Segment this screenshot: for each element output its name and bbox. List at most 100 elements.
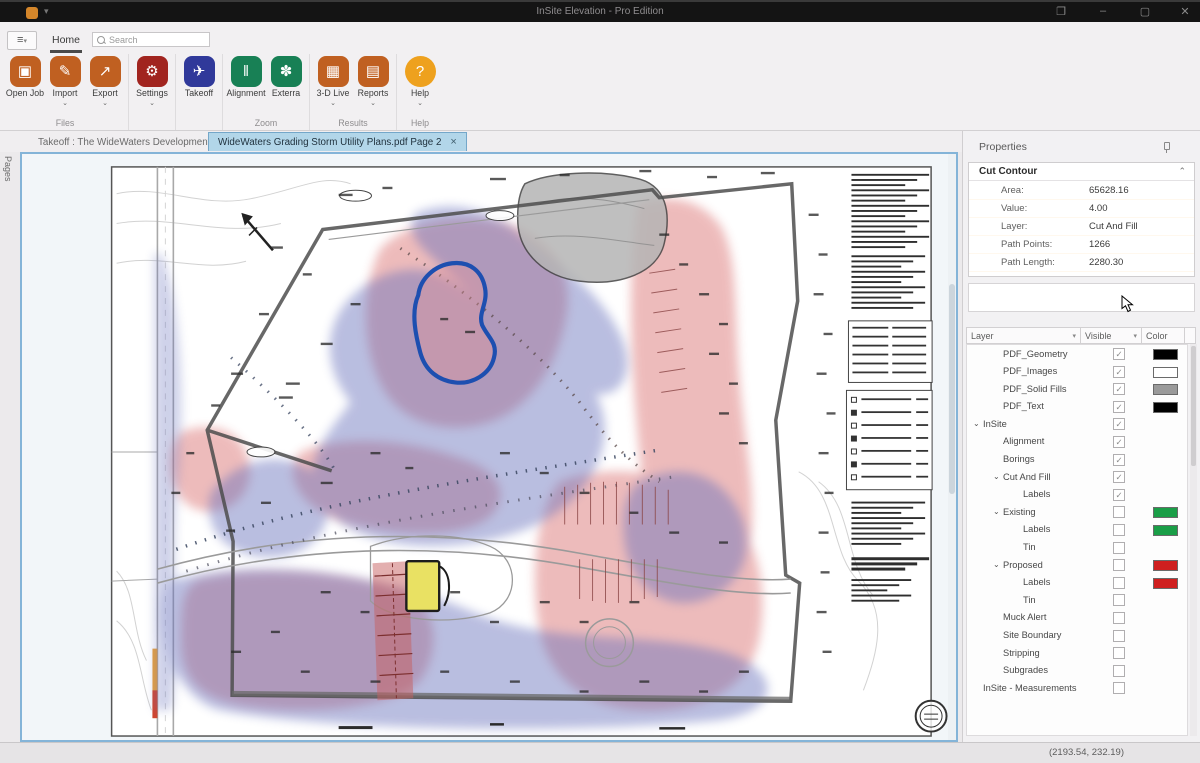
close-icon[interactable]: ×: [450, 137, 456, 147]
column-header-layer[interactable]: Layer▾: [966, 327, 1081, 344]
visibility-checkbox[interactable]: [1113, 630, 1125, 642]
layer-row[interactable]: Tin: [967, 539, 1187, 557]
layer-row[interactable]: Muck Alert: [967, 609, 1187, 627]
color-swatch[interactable]: [1153, 419, 1176, 428]
help-button[interactable]: ? Help ⌄: [400, 54, 440, 117]
layer-row[interactable]: Tin: [967, 591, 1187, 609]
expander-icon[interactable]: ⌄: [993, 560, 1000, 569]
layer-row[interactable]: InSite - Measurements: [967, 679, 1187, 697]
settings-button[interactable]: ⚙ Settings ⌄: [132, 54, 172, 117]
tab-pdf-document[interactable]: WideWaters Grading Storm Utility Plans.p…: [208, 132, 467, 151]
color-swatch[interactable]: [1153, 507, 1178, 518]
color-swatch[interactable]: [1153, 367, 1178, 378]
color-swatch[interactable]: [1153, 560, 1178, 571]
maximize-button[interactable]: ▢: [1134, 5, 1156, 18]
visibility-checkbox[interactable]: [1113, 647, 1125, 659]
tab-home[interactable]: Home: [42, 30, 90, 50]
color-swatch[interactable]: [1153, 525, 1178, 536]
layer-row[interactable]: PDF_Images✓: [967, 363, 1187, 381]
sort-icon: ▾: [1072, 332, 1076, 340]
color-swatch[interactable]: [1153, 666, 1176, 675]
color-swatch[interactable]: [1153, 402, 1178, 413]
visibility-checkbox[interactable]: [1113, 612, 1125, 624]
visibility-checkbox[interactable]: [1113, 577, 1125, 589]
column-header-visible[interactable]: Visible▾: [1080, 327, 1142, 344]
visibility-checkbox[interactable]: ✓: [1113, 418, 1125, 430]
visibility-checkbox[interactable]: ✓: [1113, 383, 1125, 395]
export-button[interactable]: ↗ Export ⌄: [85, 54, 125, 117]
chevron-down-icon: ⌄: [85, 100, 125, 107]
expander-icon[interactable]: ⌄: [993, 507, 1000, 516]
layers-list: PDF_Geometry✓ PDF_Images✓ PDF_Solid Fill…: [966, 344, 1188, 736]
layer-row[interactable]: PDF_Solid Fills✓: [967, 380, 1187, 398]
visibility-checkbox[interactable]: [1113, 665, 1125, 677]
scrollbar-thumb[interactable]: [949, 284, 955, 494]
color-swatch[interactable]: [1153, 595, 1176, 604]
tab-takeoff-document[interactable]: Takeoff : The WideWaters Development: [30, 134, 218, 151]
layer-row[interactable]: ⌄Existing: [967, 503, 1187, 521]
canvas-vertical-scrollbar[interactable]: [948, 154, 956, 740]
visibility-checkbox[interactable]: [1113, 506, 1125, 518]
tab-pages-vertical[interactable]: Pages: [3, 156, 13, 182]
app-menu-button[interactable]: ≡▾: [7, 31, 37, 50]
visibility-checkbox[interactable]: ✓: [1113, 489, 1125, 501]
layer-row[interactable]: Labels: [967, 521, 1187, 539]
layer-row[interactable]: Stripping: [967, 644, 1187, 662]
layer-row[interactable]: Labels: [967, 574, 1187, 592]
color-swatch[interactable]: [1153, 683, 1176, 692]
visibility-checkbox[interactable]: ✓: [1113, 436, 1125, 448]
color-swatch[interactable]: [1153, 631, 1176, 640]
color-swatch[interactable]: [1153, 437, 1176, 446]
color-swatch[interactable]: [1153, 349, 1178, 360]
visibility-checkbox[interactable]: [1113, 682, 1125, 694]
3d-live-button[interactable]: ▦ 3-D Live ⌄: [313, 54, 353, 117]
layer-row[interactable]: Site Boundary: [967, 627, 1187, 645]
collapse-icon[interactable]: ⌃: [1178, 166, 1186, 177]
visibility-checkbox[interactable]: ✓: [1113, 454, 1125, 466]
titlebar-extra-icon[interactable]: ❐: [1050, 5, 1072, 18]
layer-row[interactable]: PDF_Text✓: [967, 398, 1187, 416]
reports-button[interactable]: ▤ Reports ⌄: [353, 54, 393, 117]
visibility-checkbox[interactable]: ✓: [1113, 348, 1125, 360]
expander-icon[interactable]: ⌄: [973, 419, 980, 428]
layer-row[interactable]: Subgrades: [967, 662, 1187, 680]
ribbon-group-label: [132, 117, 172, 130]
visibility-checkbox[interactable]: ✓: [1113, 401, 1125, 413]
alignment-button[interactable]: ‖ Alignment: [226, 54, 266, 117]
search-input[interactable]: Search: [92, 32, 210, 47]
expander-icon[interactable]: ⌄: [993, 472, 1000, 481]
visibility-checkbox[interactable]: ✓: [1113, 366, 1125, 378]
color-swatch[interactable]: [1153, 384, 1178, 395]
layer-row[interactable]: PDF_Geometry✓: [967, 345, 1187, 363]
visibility-checkbox[interactable]: [1113, 524, 1125, 536]
scrollbar-thumb[interactable]: [1191, 346, 1196, 466]
color-swatch[interactable]: [1153, 613, 1176, 622]
color-swatch[interactable]: [1153, 490, 1176, 499]
color-swatch[interactable]: [1153, 472, 1176, 481]
open-job-button[interactable]: ▣ Open Job: [5, 54, 45, 117]
color-swatch[interactable]: [1153, 543, 1176, 552]
exterra-button[interactable]: ✽ Exterra: [266, 54, 306, 117]
visibility-checkbox[interactable]: [1113, 559, 1125, 571]
layer-row[interactable]: Labels✓: [967, 486, 1187, 504]
import-button[interactable]: ✎ Import ⌄: [45, 54, 85, 117]
close-button[interactable]: ✕: [1174, 5, 1196, 18]
color-swatch[interactable]: [1153, 578, 1178, 589]
visibility-checkbox[interactable]: ✓: [1113, 471, 1125, 483]
takeoff-button[interactable]: ✈ Takeoff: [179, 54, 219, 117]
minimize-button[interactable]: –: [1092, 5, 1114, 17]
drawing-viewport[interactable]: [20, 152, 958, 742]
visibility-checkbox[interactable]: [1113, 542, 1125, 554]
layer-row[interactable]: Borings✓: [967, 451, 1187, 469]
pin-icon[interactable]: [1161, 141, 1171, 153]
visibility-checkbox[interactable]: [1113, 594, 1125, 606]
layer-row[interactable]: ⌄Cut And Fill✓: [967, 468, 1187, 486]
layer-row[interactable]: ⌄InSite✓: [967, 415, 1187, 433]
site-plan-drawing[interactable]: [22, 154, 956, 740]
color-swatch[interactable]: [1153, 455, 1176, 464]
layer-row[interactable]: Alignment✓: [967, 433, 1187, 451]
color-swatch[interactable]: [1153, 648, 1176, 657]
column-header-color[interactable]: Color: [1141, 327, 1185, 344]
layer-row[interactable]: ⌄Proposed: [967, 556, 1187, 574]
layers-scrollbar[interactable]: [1190, 344, 1197, 736]
